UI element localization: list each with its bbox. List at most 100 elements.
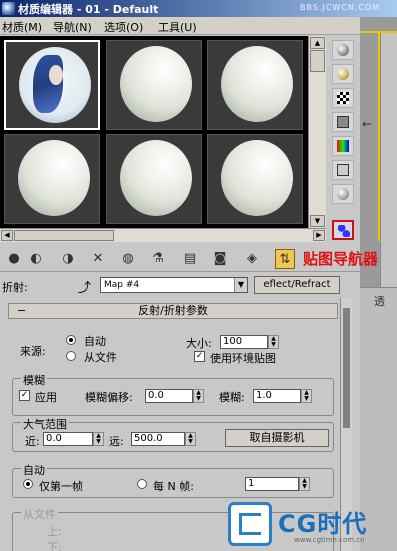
sample-slot-5[interactable] xyxy=(106,134,202,224)
blur-group: 模糊 ✓ 应用 模糊偏移: 0.0 ▲ ▼ 模糊: 1.0 ▲ ▼ xyxy=(12,372,334,416)
source-file-radio[interactable] xyxy=(66,351,76,361)
blur-spinner[interactable]: 1.0 ▲ ▼ xyxy=(253,389,312,403)
sample-slot-1[interactable] xyxy=(4,40,100,130)
scroll-right-button[interactable]: ▶ xyxy=(313,230,325,241)
slots-vertical-scrollbar[interactable]: ▲ ▼ xyxy=(308,36,326,228)
spinner-arrows-icon[interactable]: ▲ ▼ xyxy=(185,432,196,446)
color-check-icon xyxy=(337,140,349,152)
pick-material-icon[interactable]: ⤴ xyxy=(78,277,91,296)
n-frames-value: 1 xyxy=(248,478,255,489)
side-toolbar xyxy=(328,36,360,246)
rollout-header[interactable]: − 反射/折射参数 xyxy=(8,303,338,319)
map-name-field[interactable]: Map #4 ▼ xyxy=(100,277,248,293)
reset-map-icon[interactable]: ✕ xyxy=(88,249,108,269)
n-frames-spinner[interactable]: 1 ▲ ▼ xyxy=(245,477,310,491)
logo-url: www.cgtime.com.cn xyxy=(294,536,365,544)
map-type-button[interactable]: eflect/Refract xyxy=(254,276,340,294)
size-spinner[interactable]: 100 ▲ ▼ xyxy=(220,335,279,349)
viewport-strip: ← 透 xyxy=(360,17,397,551)
sample-slot-6[interactable] xyxy=(207,134,303,224)
scroll-up-button[interactable]: ▲ xyxy=(310,37,325,49)
far-spinner[interactable]: 500.0 ▲ ▼ xyxy=(131,432,196,446)
viewport-label: 透 xyxy=(374,295,385,308)
map-navigator-callout: 贴图导航器 xyxy=(303,250,379,268)
material-effects-channel-icon[interactable]: ▤ xyxy=(180,249,200,269)
make-preview-button[interactable] xyxy=(332,160,354,180)
rollout-scroll-thumb[interactable] xyxy=(343,308,350,428)
collapse-icon: − xyxy=(17,304,27,317)
size-value: 100 xyxy=(223,336,243,347)
every-n-frames-label: 每 N 帧: xyxy=(153,480,194,493)
menu-material[interactable]: 材质(M) xyxy=(2,19,42,35)
menu-options[interactable]: 选项(O) xyxy=(104,19,143,35)
source-auto-radio[interactable] xyxy=(66,335,76,345)
take-from-camera-button[interactable]: 取自摄影机 xyxy=(225,429,329,447)
use-env-map-checkbox[interactable]: ✓ xyxy=(194,351,205,362)
show-map-in-viewport-icon[interactable]: ◙ xyxy=(210,249,230,269)
blur-offset-label: 模糊偏移: xyxy=(85,391,133,404)
spinner-arrows-icon[interactable]: ▲ ▼ xyxy=(299,477,310,491)
backlight-button[interactable] xyxy=(332,64,354,84)
get-material-icon[interactable]: ● xyxy=(4,249,24,269)
sample-slot-4[interactable] xyxy=(4,134,100,224)
film-icon xyxy=(337,164,349,176)
put-to-library-icon[interactable]: ⚗ xyxy=(148,249,168,269)
menu-utilities[interactable]: 工具(U) xyxy=(158,19,197,35)
video-color-check-button[interactable] xyxy=(332,136,354,156)
from-file-group-title: 从文件 xyxy=(21,506,58,522)
blur-offset-spinner[interactable]: 0.0 ▲ ▼ xyxy=(145,389,204,403)
sample-slot-2[interactable] xyxy=(106,40,202,130)
map-row: 折射: ⤴ Map #4 ▼ eflect/Refract xyxy=(0,273,360,296)
sample-uv-tiling-button[interactable] xyxy=(332,112,354,132)
viewport-arrow-icon: ← xyxy=(362,117,373,131)
sample-slots xyxy=(0,36,308,228)
background-button[interactable] xyxy=(332,88,354,108)
sample-sphere xyxy=(18,140,90,216)
menu-bar: 材质(M) 导航(N) 选项(O) 工具(U) xyxy=(0,17,360,35)
auto-group: 自动 仅第一帧 每 N 帧: 1 ▲ ▼ xyxy=(12,462,334,498)
show-end-result-icon[interactable]: ◈ xyxy=(242,249,262,269)
make-unique-icon[interactable]: ◍ xyxy=(118,249,138,269)
material-map-navigator-button[interactable] xyxy=(332,220,354,240)
scroll-thumb[interactable] xyxy=(310,50,325,72)
source-auto-label: 自动 xyxy=(84,335,106,348)
options-button[interactable] xyxy=(332,184,354,204)
sample-slot-3[interactable] xyxy=(207,40,303,130)
apply-blur-checkbox[interactable]: ✓ xyxy=(19,390,30,401)
watermark-text: BBS.JCWCN.COM xyxy=(300,3,381,12)
near-spinner[interactable]: 0.0 ▲ ▼ xyxy=(43,432,104,446)
assign-material-icon[interactable]: ◑ xyxy=(58,249,78,269)
near-label: 近: xyxy=(25,435,40,448)
scroll-left-button[interactable]: ◀ xyxy=(1,230,13,241)
map-slot-label: 折射: xyxy=(2,281,28,294)
window-title: 材质编辑器 - 01 - Default xyxy=(18,3,159,16)
viewport-border-vertical xyxy=(378,31,380,241)
blur-label: 模糊: xyxy=(219,391,245,404)
blur-group-title: 模糊 xyxy=(21,372,47,388)
spinner-arrows-icon[interactable]: ▲ ▼ xyxy=(301,389,312,403)
logo-inner xyxy=(239,513,261,535)
checker-icon xyxy=(337,92,349,104)
sample-type-button[interactable] xyxy=(332,40,354,60)
navigator-icon xyxy=(338,225,350,237)
scroll-thumb[interactable] xyxy=(14,230,114,241)
logo-icon xyxy=(228,502,272,546)
blur-offset-value: 0.0 xyxy=(148,390,164,401)
spinner-arrows-icon[interactable]: ▲ ▼ xyxy=(268,335,279,349)
sample-sphere xyxy=(221,46,293,122)
slots-horizontal-scrollbar[interactable]: ◀ ▶ xyxy=(0,228,326,242)
put-to-scene-icon[interactable]: ◐ xyxy=(26,249,46,269)
up-label: 上: xyxy=(47,525,62,538)
first-frame-only-radio[interactable] xyxy=(23,479,33,489)
scroll-down-button[interactable]: ▼ xyxy=(310,215,325,227)
atmosphere-group-title: 大气范围 xyxy=(21,416,69,432)
menu-navigation[interactable]: 导航(N) xyxy=(53,19,92,35)
apply-blur-label: 应用 xyxy=(35,391,57,404)
go-to-parent-icon[interactable]: ⇅ xyxy=(275,249,295,269)
textured-sphere xyxy=(19,47,91,123)
spinner-arrows-icon[interactable]: ▲ ▼ xyxy=(93,432,104,446)
spinner-arrows-icon[interactable]: ▲ ▼ xyxy=(193,389,204,403)
every-n-frames-radio[interactable] xyxy=(137,479,147,489)
dropdown-icon[interactable]: ▼ xyxy=(234,278,247,292)
use-env-map-label: 使用环境贴图 xyxy=(210,352,276,365)
